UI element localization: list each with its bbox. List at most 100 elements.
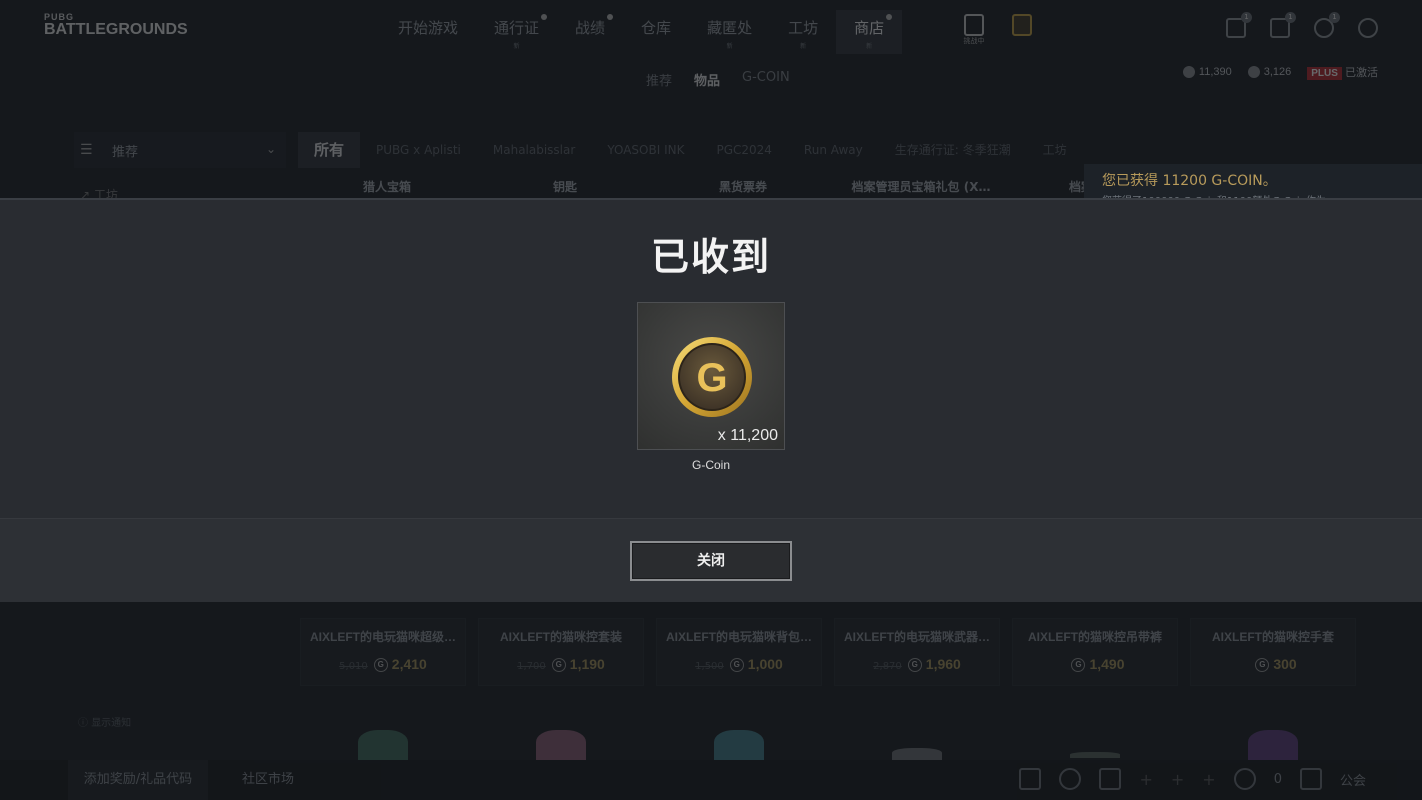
notification-hint[interactable]: ⓘ 显示通知 xyxy=(78,714,131,729)
item-thumbnail xyxy=(714,730,764,760)
tab-all[interactable]: 所有 xyxy=(298,132,361,168)
add-reward-button[interactable]: 添加奖励/礼品代码 xyxy=(68,760,208,800)
gift-icon[interactable]: 1 xyxy=(1226,12,1252,38)
item-card[interactable]: AIXLEFT的猫咪控吊带裤 G 1,490 xyxy=(1010,604,1188,686)
gcoin-balance[interactable]: 11,390 xyxy=(1182,66,1232,79)
nav-store[interactable]: 商店新 xyxy=(836,10,903,54)
reward-quantity: x 11,200 xyxy=(717,427,778,444)
nav-record[interactable]: 战绩 xyxy=(557,10,623,54)
item-card[interactable]: AIXLEFT的猫咪控手套 G 300 xyxy=(1188,604,1366,686)
item-card[interactable]: AIXLEFT的电玩猫咪超级… 5,010 G 2,410 xyxy=(298,604,476,686)
item-title: 钥匙 xyxy=(552,180,577,194)
party-icon[interactable] xyxy=(1099,768,1122,790)
notice-title: 您已获得 11200 G-COIN。 xyxy=(1102,173,1277,189)
card-icon[interactable] xyxy=(1008,14,1036,50)
item-card[interactable]: AIXLEFT的电玩猫咪武器… 2,870 G 1,960 xyxy=(832,604,1010,686)
nav-label: 开始游戏 xyxy=(398,19,459,37)
item-card[interactable] xyxy=(476,692,654,760)
item-card[interactable] xyxy=(1188,692,1366,760)
subtab-items[interactable]: 物品 xyxy=(694,70,720,89)
tab-category[interactable]: 工坊 xyxy=(1027,132,1083,168)
subtab-recommend[interactable]: 推荐 xyxy=(646,70,672,89)
notify-dot xyxy=(541,14,548,20)
currency-display: 11,390 3,126 PLUS 已激活 xyxy=(1182,64,1378,80)
item-card[interactable] xyxy=(832,692,1010,760)
add-party-slot-icon[interactable]: + xyxy=(1139,770,1152,789)
add-party-slot-icon[interactable]: + xyxy=(1202,770,1215,789)
nav-workshop[interactable]: 工坊新 xyxy=(770,10,836,54)
gcoin-icon: G xyxy=(1071,658,1086,672)
tab-category[interactable]: Mahalabisslar xyxy=(477,132,591,168)
item-thumbnail xyxy=(1070,752,1120,758)
reward-tile[interactable]: G x 11,200 xyxy=(637,302,785,450)
item-title: 猎人宝箱 xyxy=(362,180,411,194)
bp-icon xyxy=(1247,66,1260,79)
chat-icon[interactable] xyxy=(1019,768,1042,790)
clan-icon[interactable] xyxy=(1299,768,1322,790)
purchase-notice: 您已获得 11200 G-COIN。 您获得了100000 G-Coin和110… xyxy=(1084,164,1422,200)
nav-label: 藏匿处 xyxy=(707,19,753,37)
nav-inventory[interactable]: 仓库 xyxy=(623,10,689,54)
mail-icon[interactable]: 1 xyxy=(1270,12,1296,38)
nav-label: 通行证 xyxy=(494,19,540,37)
item-price: G 300 xyxy=(1188,656,1358,673)
community-market-button[interactable]: 社区市场 xyxy=(242,760,294,800)
nav-play[interactable]: 开始游戏 xyxy=(380,10,476,54)
main-nav: 开始游戏 通行证新 战绩 仓库 藏匿处新 工坊新 商店新 xyxy=(380,10,903,54)
gcoin-icon: G xyxy=(1255,658,1270,672)
store-subnav: 推荐 物品 G-COIN xyxy=(646,70,790,89)
add-party-slot-icon[interactable]: + xyxy=(1171,770,1184,789)
item-card[interactable] xyxy=(1010,692,1188,760)
item-card[interactable] xyxy=(654,692,832,760)
bell-icon[interactable]: 1 xyxy=(1314,12,1340,38)
item-price: 5,010 G 2,410 xyxy=(339,656,427,672)
item-price: G 1,490 xyxy=(1010,656,1180,673)
item-card[interactable] xyxy=(298,692,476,760)
item-grid: AIXLEFT的电玩猫咪超级… 5,010 G 2,410 AIXLEFT的猫咪控套装… xyxy=(298,604,1366,686)
bottom-right-icons: + + + 0 公会 xyxy=(1019,768,1366,790)
item-card[interactable]: AIXLEFT的猫咪控套装 1,700 G 1,190 xyxy=(476,604,654,686)
tab-category[interactable]: 生存通行证: 冬季狂潮 xyxy=(879,132,1027,168)
item-thumbnail xyxy=(358,730,408,760)
svg-text:G: G xyxy=(696,356,727,400)
tab-category[interactable]: Run Away xyxy=(788,132,879,168)
category-tabs: 所有 PUBG x Aplisti Mahalabisslar YOASOBI … xyxy=(298,132,1083,168)
nav-stash[interactable]: 藏匿处新 xyxy=(689,10,770,54)
modal-footer: 关闭 xyxy=(0,518,1422,602)
nav-label: 仓库 xyxy=(641,19,672,37)
item-price: 1,500 G 1,000 xyxy=(695,656,783,672)
logo-big-text: BATTLEGROUNDS xyxy=(44,21,188,38)
tab-category[interactable]: YOASOBI INK xyxy=(591,132,700,168)
sort-dropdown[interactable]: ☰ 推荐 ⌄ xyxy=(74,132,286,168)
gear-icon[interactable] xyxy=(1358,18,1378,38)
tab-category[interactable]: PGC2024 xyxy=(700,132,787,168)
gcoin-icon: G xyxy=(907,658,922,672)
sort-icon: ☰ xyxy=(80,142,93,158)
tab-category[interactable]: PUBG x Aplisti xyxy=(360,132,477,168)
notify-dot xyxy=(886,14,893,20)
item-grid-row2 xyxy=(298,692,1366,760)
subtab-gcoin[interactable]: G-COIN xyxy=(742,70,790,89)
top-icons: 1 1 1 xyxy=(1226,12,1378,38)
notify-dot xyxy=(607,14,614,20)
avatar[interactable] xyxy=(1059,768,1082,790)
nav-label: 商店 xyxy=(854,19,885,37)
row-titles: 猎人宝箱 钥匙 黑货票券 档案管理员宝箱礼包 (X… 档案管理员 xyxy=(298,178,1188,200)
item-title: 档案管理员宝箱礼包 (X… xyxy=(851,180,991,194)
mission-icon[interactable]: 挑战中 xyxy=(960,14,988,50)
close-button[interactable]: 关闭 xyxy=(630,541,792,581)
bp-balance: 3,126 xyxy=(1247,66,1291,79)
game-logo[interactable]: PUBG BATTLEGROUNDS xyxy=(44,12,188,38)
nav-label: 工坊 xyxy=(788,19,819,37)
clan-label[interactable]: 公会 xyxy=(1340,770,1366,789)
item-price: 2,870 G 1,960 xyxy=(873,656,961,672)
received-modal: 已收到 G x 11,200 G-Coin xyxy=(0,198,1422,518)
plus-status[interactable]: PLUS 已激活 xyxy=(1307,64,1378,80)
friends-icon[interactable] xyxy=(1233,768,1256,790)
nav-pass[interactable]: 通行证新 xyxy=(476,10,557,54)
reward-name: G-Coin xyxy=(691,458,730,472)
friends-count: 0 xyxy=(1273,771,1282,787)
chevron-down-icon: ⌄ xyxy=(265,142,276,156)
nav-label: 战绩 xyxy=(575,19,606,37)
item-card[interactable]: AIXLEFT的电玩猫咪背包… 1,500 G 1,000 xyxy=(654,604,832,686)
